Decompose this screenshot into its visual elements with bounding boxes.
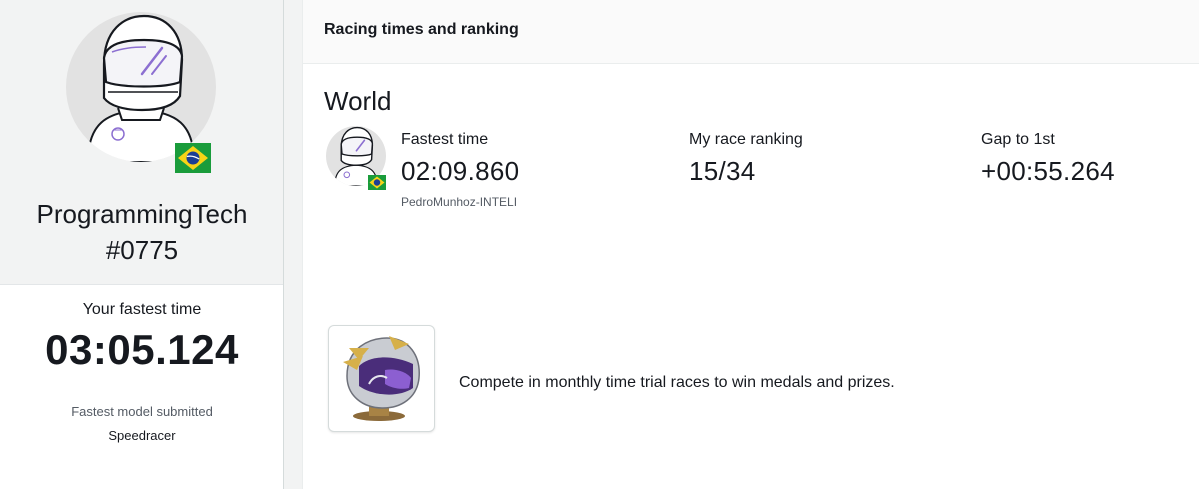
profile-card: ProgrammingTech #0775 Your fastest time …	[0, 0, 284, 489]
avatar	[66, 12, 216, 173]
ranking-label: My race ranking	[689, 131, 803, 148]
racing-times-panel: Racing times and ranking World Fastest t…	[302, 0, 1199, 489]
divider	[284, 0, 302, 489]
avatar-circle	[66, 12, 216, 162]
driver-tag: #0775	[105, 235, 179, 265]
ranking-value: 15/34	[689, 156, 756, 186]
panel-header: Racing times and ranking	[303, 0, 1199, 64]
fastest-time-value: 03:05.124	[45, 326, 239, 373]
gap-value: +00:55.264	[981, 156, 1115, 186]
section-title-world: World	[324, 86, 392, 116]
brazil-flag-icon	[175, 143, 211, 173]
medal-helmet-icon	[328, 325, 435, 432]
leader-fastest-time: 02:09.860	[401, 156, 520, 186]
fastest-model-name: Speedracer	[108, 428, 176, 443]
profile-header: ProgrammingTech #0775	[0, 0, 283, 285]
leader-fastest-label: Fastest time	[401, 131, 489, 148]
driver-name: ProgrammingTech	[36, 199, 248, 229]
racer-helmet-icon	[86, 14, 196, 162]
fastest-time-label: Your fastest time	[82, 301, 202, 318]
gap-label: Gap to 1st	[981, 131, 1055, 148]
brazil-flag-icon	[368, 175, 386, 190]
promo-text: Compete in monthly time trial races to w…	[459, 374, 895, 391]
fastest-model-label: Fastest model submitted	[71, 404, 213, 419]
leader-name: PedroMunhoz-INTELI	[401, 195, 518, 209]
